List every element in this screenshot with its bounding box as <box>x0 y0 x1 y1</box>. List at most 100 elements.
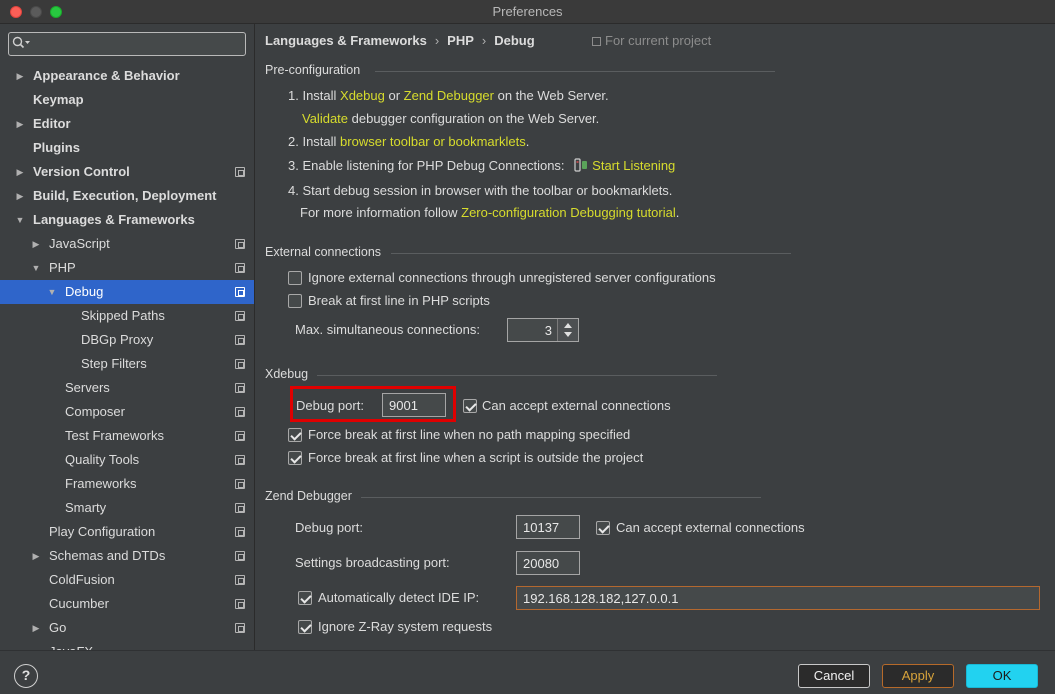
zend-port-input[interactable] <box>516 515 580 539</box>
broadcast-port-input[interactable] <box>516 551 580 575</box>
project-copy-icon <box>235 431 245 441</box>
start-listening-link[interactable]: Start Listening <box>574 158 675 173</box>
sidebar-item[interactable]: ▶ Schemas and DTDs <box>0 544 254 568</box>
tutorial-link[interactable]: Zero-configuration Debugging tutorial <box>461 205 676 220</box>
sidebar-item[interactable]: Composer <box>0 400 254 424</box>
sidebar-item-label: JavaScript <box>49 236 110 251</box>
section-external-connections: External connections <box>265 245 791 259</box>
start-listening-label[interactable]: Start Listening <box>592 158 675 173</box>
force-break-outside-checkbox[interactable] <box>288 451 302 465</box>
section-pre-configuration: Pre-configuration <box>265 63 775 77</box>
zend-accept-external-checkbox[interactable] <box>596 521 610 535</box>
expand-right-arrow-icon[interactable]: ▶ <box>30 544 42 568</box>
breadcrumb-item[interactable]: PHP <box>447 33 474 48</box>
force-break-no-mapping-checkbox[interactable] <box>288 428 302 442</box>
validate-link[interactable]: Validate <box>302 111 348 126</box>
sidebar-item-label: Plugins <box>33 140 80 155</box>
settings-search[interactable] <box>8 32 246 56</box>
sidebar-item[interactable]: Keymap <box>0 88 254 112</box>
sidebar-item-label: Step Filters <box>81 356 147 371</box>
sidebar-item[interactable]: ▶ Editor <box>0 112 254 136</box>
sidebar-item-label: DBGp Proxy <box>81 332 154 347</box>
ignore-external-label[interactable]: Ignore external connections through unre… <box>308 270 716 285</box>
sidebar-item[interactable]: ▼ Debug <box>0 280 254 304</box>
increment-arrow-icon[interactable] <box>564 323 572 328</box>
xdebug-port-input[interactable] <box>382 393 446 417</box>
ide-ip-input[interactable] <box>516 586 1040 610</box>
xdebug-accept-external-label[interactable]: Can accept external connections <box>482 398 671 413</box>
project-copy-icon <box>235 527 245 537</box>
zend-debugger-link[interactable]: Zend Debugger <box>404 88 494 103</box>
browser-toolbar-link[interactable]: browser toolbar or bookmarklets <box>340 134 526 149</box>
sidebar-item[interactable]: ▶ JavaScript <box>0 232 254 256</box>
ignore-external-checkbox[interactable] <box>288 271 302 285</box>
project-copy-icon <box>235 287 245 297</box>
xdebug-link[interactable]: Xdebug <box>340 88 385 103</box>
sidebar-item[interactable]: DBGp Proxy <box>0 328 254 352</box>
break-first-line-checkbox[interactable] <box>288 294 302 308</box>
expand-down-arrow-icon[interactable]: ▼ <box>46 280 58 304</box>
cancel-button[interactable]: Cancel <box>798 664 870 688</box>
step-text: 2. Install <box>288 134 341 149</box>
ignore-zray-checkbox[interactable] <box>298 620 312 634</box>
max-connections-value[interactable]: 3 <box>545 323 552 338</box>
project-copy-icon <box>235 311 245 321</box>
step-text: or <box>384 88 404 103</box>
expand-down-arrow-icon[interactable]: ▼ <box>14 208 26 232</box>
ok-button[interactable]: OK <box>966 664 1038 688</box>
help-button[interactable]: ? <box>14 664 38 688</box>
expand-right-arrow-icon[interactable]: ▶ <box>30 232 42 256</box>
breadcrumb-item[interactable]: Debug <box>494 33 534 48</box>
project-copy-icon <box>235 479 245 489</box>
max-connections-spinner[interactable]: 3 <box>507 318 579 342</box>
auto-detect-ip-checkbox[interactable] <box>298 591 312 605</box>
sidebar-item-label: Play Configuration <box>49 524 156 539</box>
sidebar-item[interactable]: Step Filters <box>0 352 254 376</box>
sidebar-item[interactable]: Skipped Paths <box>0 304 254 328</box>
settings-tree: ▶ Appearance & Behavior Keymap ▶ Editor Plugi… <box>0 64 254 650</box>
sidebar-item[interactable]: Test Frameworks <box>0 424 254 448</box>
expand-right-arrow-icon[interactable]: ▶ <box>14 64 26 88</box>
sidebar-item[interactable]: Servers <box>0 376 254 400</box>
sidebar-item[interactable]: ▶ Version Control <box>0 160 254 184</box>
title-bar: Preferences <box>0 0 1055 24</box>
expand-right-arrow-icon[interactable]: ▶ <box>14 184 26 208</box>
sidebar-item[interactable]: Play Configuration <box>0 520 254 544</box>
sidebar-item[interactable]: Plugins <box>0 136 254 160</box>
expand-down-arrow-icon[interactable]: ▼ <box>30 256 42 280</box>
sidebar-item[interactable]: JavaFX <box>0 640 254 650</box>
force-break-no-mapping-label[interactable]: Force break at first line when no path m… <box>308 427 630 442</box>
sidebar-item[interactable]: ▼ Languages & Frameworks <box>0 208 254 232</box>
xdebug-accept-external-checkbox[interactable] <box>463 399 477 413</box>
expand-right-arrow-icon[interactable]: ▶ <box>14 112 26 136</box>
sidebar-item[interactable]: ColdFusion <box>0 568 254 592</box>
xdebug-port-label: Debug port: <box>296 398 364 413</box>
sidebar-item-label: Cucumber <box>49 596 109 611</box>
break-first-line-label[interactable]: Break at first line in PHP scripts <box>308 293 490 308</box>
expand-right-arrow-icon[interactable]: ▶ <box>14 160 26 184</box>
sidebar-item[interactable]: Smarty <box>0 496 254 520</box>
sidebar-item-label: Test Frameworks <box>65 428 164 443</box>
sidebar-item[interactable]: Frameworks <box>0 472 254 496</box>
project-copy-icon <box>235 359 245 369</box>
force-break-outside-label[interactable]: Force break at first line when a script … <box>308 450 643 465</box>
zend-port-label: Debug port: <box>295 520 363 535</box>
sidebar-item[interactable]: ▶ Go <box>0 616 254 640</box>
zend-accept-external-label[interactable]: Can accept external connections <box>616 520 805 535</box>
search-icon[interactable] <box>12 36 34 52</box>
ignore-zray-label[interactable]: Ignore Z-Ray system requests <box>318 619 492 634</box>
decrement-arrow-icon[interactable] <box>564 332 572 337</box>
sidebar-item[interactable]: ▼ PHP <box>0 256 254 280</box>
expand-right-arrow-icon[interactable]: ▶ <box>30 616 42 640</box>
section-zend-debugger: Zend Debugger <box>265 489 761 503</box>
sidebar-item[interactable]: Quality Tools <box>0 448 254 472</box>
search-input[interactable] <box>35 35 235 53</box>
spinner-buttons[interactable] <box>557 319 578 341</box>
sidebar-item[interactable]: ▶ Appearance & Behavior <box>0 64 254 88</box>
auto-detect-ip-label[interactable]: Automatically detect IDE IP: <box>318 590 479 605</box>
project-copy-icon <box>592 37 601 46</box>
breadcrumb-item[interactable]: Languages & Frameworks <box>265 33 427 48</box>
apply-button[interactable]: Apply <box>882 664 954 688</box>
sidebar-item[interactable]: Cucumber <box>0 592 254 616</box>
sidebar-item[interactable]: ▶ Build, Execution, Deployment <box>0 184 254 208</box>
